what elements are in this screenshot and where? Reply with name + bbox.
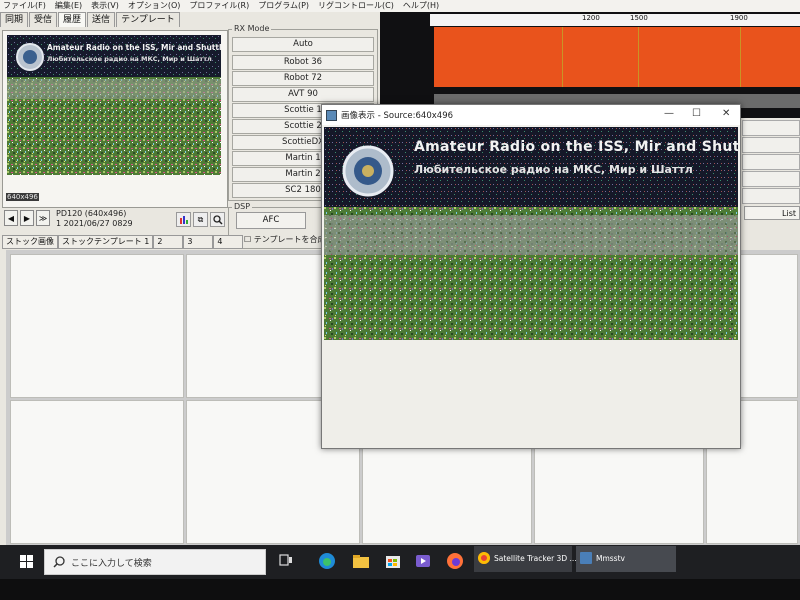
menubar: ファイル(F) 編集(E) 表示(V) オプション(O) プロファイル(R) プ… <box>0 0 800 12</box>
right-button[interactable] <box>742 120 800 136</box>
tab-history[interactable]: 履歴 <box>58 12 87 27</box>
marker-1200 <box>562 27 563 87</box>
right-button[interactable] <box>742 154 800 170</box>
list-button[interactable]: List <box>744 206 800 220</box>
image-view-empty-area <box>322 340 740 448</box>
stock-tabs: ストック画像 ストックテンプレート 1 2 3 4 <box>2 235 244 249</box>
menu-help[interactable]: ヘルプ(H) <box>403 0 439 12</box>
history-thumbnail-panel: Amateur Radio on the ISS, Mir and Shuttl… <box>2 30 228 208</box>
monitor-bezel <box>0 579 800 600</box>
taskbar-search[interactable]: ここに入力して検索 <box>44 549 266 575</box>
rx-mode-legend: RX Mode <box>232 24 272 33</box>
next-button[interactable]: ▶ <box>20 210 34 226</box>
received-sstv-image[interactable]: Amateur Radio on the ISS, Mir and Shuttl… <box>324 127 738 340</box>
image-banner-line1: Amateur Radio on the ISS, Mir and Shuttl… <box>414 139 738 155</box>
menu-program[interactable]: プログラム(P) <box>258 0 309 12</box>
prev-button[interactable]: ◀ <box>4 210 18 226</box>
tab-stock-image[interactable]: ストック画像 <box>2 235 58 249</box>
tab-stock-template-1[interactable]: ストックテンプレート 1 <box>58 235 154 249</box>
firefox-icon[interactable] <box>446 552 464 570</box>
thumbnail-size-label: 640x496 <box>6 193 39 201</box>
right-button[interactable] <box>742 171 800 187</box>
image-view-title: 画像表示 - Source:640x496 <box>341 111 454 121</box>
history-info: PD120 (640x496) 1 2021/06/27 0829 <box>56 209 133 229</box>
tab-template[interactable]: テンプレート <box>116 12 180 27</box>
scale-label-1900: 1900 <box>730 14 748 22</box>
task-view-icon[interactable] <box>278 552 296 570</box>
menu-options[interactable]: オプション(O) <box>128 0 181 12</box>
spectrum-display[interactable] <box>434 27 800 87</box>
tab-transmit[interactable]: 送信 <box>87 12 116 27</box>
edge-icon[interactable] <box>318 552 336 570</box>
history-tools: ⧉ <box>176 212 225 227</box>
taskbar-app-mmsstv[interactable]: Mmsstv <box>576 546 676 572</box>
tab-stock-template-2[interactable]: 2 <box>153 235 184 249</box>
afc-button[interactable]: AFC <box>236 212 306 229</box>
index-date: 1 2021/06/27 0829 <box>56 219 133 228</box>
taskbar-app-satellite-tracker[interactable]: Satellite Tracker 3D ... <box>474 546 577 572</box>
chrome-icon <box>478 552 490 564</box>
tab-stock-template-4[interactable]: 4 <box>213 235 244 249</box>
last-button[interactable]: ≫ <box>36 210 50 226</box>
menu-profile[interactable]: プロファイル(R) <box>189 0 249 12</box>
template-combine-checkbox[interactable]: ☐ テンプレートを合成 <box>244 234 325 245</box>
menu-file[interactable]: ファイル(F) <box>3 0 46 12</box>
image-view-titlebar[interactable]: 画像表示 - Source:640x496 — ☐ ✕ <box>322 105 740 125</box>
search-icon <box>53 556 65 568</box>
scale-label-1500: 1500 <box>630 14 648 22</box>
file-explorer-icon[interactable] <box>352 552 370 570</box>
marker-1500 <box>638 27 639 87</box>
thumb-banner-line2: Любительское радио на МКС, Мир и Шаттл <box>47 55 212 63</box>
rx-mode-robot72[interactable]: Robot 72 <box>232 71 374 86</box>
image-view-window: 画像表示 - Source:640x496 — ☐ ✕ Amateur Radi… <box>321 104 741 449</box>
dsp-legend: DSP <box>232 202 253 211</box>
minimize-icon[interactable]: — <box>664 108 674 119</box>
stock-cell[interactable] <box>10 400 184 544</box>
desktop-screen: ファイル(F) 編集(E) 表示(V) オプション(O) プロファイル(R) プ… <box>0 0 800 545</box>
thumb-banner-line1: Amateur Radio on the ISS, Mir and Shuttl… <box>47 43 221 52</box>
template-combine-label: テンプレートを合成 <box>253 235 326 244</box>
taskbar-app-label: Mmsstv <box>596 554 625 563</box>
marker-1900 <box>740 27 741 87</box>
rx-mode-avt90[interactable]: AVT 90 <box>232 87 374 102</box>
stock-cell[interactable] <box>10 254 184 398</box>
main-tabs: 同期 受信 履歴 送信 テンプレート <box>0 12 181 27</box>
right-button[interactable] <box>742 188 800 204</box>
palette-icon[interactable] <box>176 212 191 227</box>
rx-mode-auto[interactable]: Auto <box>232 37 374 52</box>
menu-rigcontrol[interactable]: リグコントロール(C) <box>318 0 394 12</box>
windows-start-icon[interactable] <box>20 555 34 572</box>
mmsstv-app-icon <box>580 552 592 564</box>
mode-info: PD120 (640x496) <box>56 209 127 218</box>
history-thumbnail[interactable]: Amateur Radio on the ISS, Mir and Shuttl… <box>7 35 221 175</box>
app-icon <box>326 109 337 121</box>
image-banner-line2: Любительское радио на МКС, Мир и Шаттл <box>414 163 693 176</box>
menu-view[interactable]: 表示(V) <box>91 0 119 12</box>
scale-label-1200: 1200 <box>582 14 600 22</box>
right-button[interactable] <box>742 137 800 153</box>
menu-edit[interactable]: 編集(E) <box>55 0 82 12</box>
tab-receive[interactable]: 受信 <box>29 12 58 27</box>
copy-icon[interactable]: ⧉ <box>193 212 208 227</box>
media-player-icon[interactable] <box>414 552 432 570</box>
search-placeholder: ここに入力して検索 <box>71 559 152 569</box>
tab-stock-template-3[interactable]: 3 <box>183 235 214 249</box>
right-button-column <box>742 120 800 254</box>
close-icon[interactable]: ✕ <box>722 108 730 119</box>
maximize-icon[interactable]: ☐ <box>692 108 701 119</box>
zoom-icon[interactable] <box>210 212 225 227</box>
rx-mode-robot36[interactable]: Robot 36 <box>232 55 374 70</box>
frequency-scale: 1200 1500 1900 <box>430 14 800 26</box>
taskbar-app-label: Satellite Tracker 3D ... <box>494 554 577 563</box>
store-icon[interactable] <box>384 552 402 570</box>
tab-sync[interactable]: 同期 <box>0 12 29 27</box>
